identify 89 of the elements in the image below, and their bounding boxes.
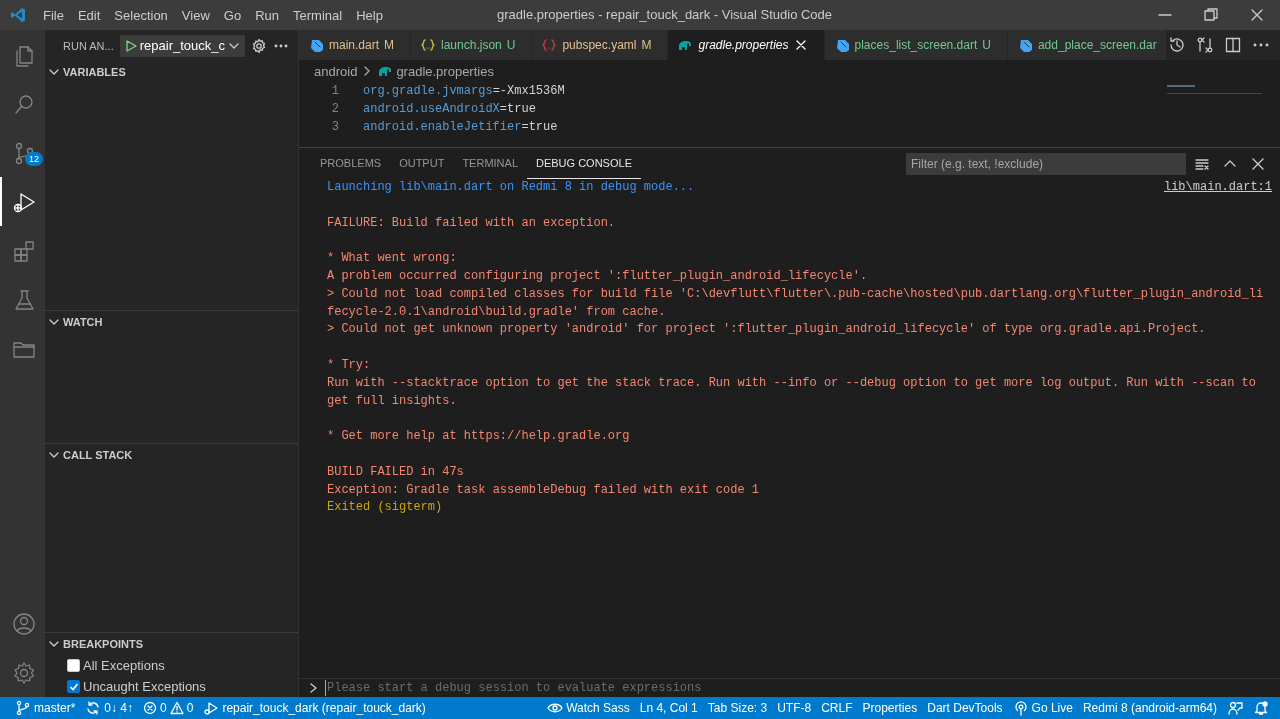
section-header[interactable]: BREAKPOINTS [45, 633, 298, 655]
split-editor-icon[interactable] [1224, 36, 1242, 54]
status-item[interactable]: UTF-8 [772, 697, 817, 719]
git-status: M [641, 38, 652, 52]
panel-tab[interactable]: PROBLEMS [311, 148, 391, 179]
console-line: > Could not get unknown property 'android' for project ':flutter_plugin_android_lifecycle' of type org.gradle.api.Project. [327, 321, 1207, 339]
error-icon [143, 701, 158, 715]
status-item[interactable]: Properties [857, 697, 923, 719]
section-header[interactable]: WATCH [45, 310, 298, 333]
menu-item[interactable]: Selection [107, 7, 175, 23]
braces-icon [420, 37, 437, 53]
console-line: Run with --stacktrace option to get the stack trace. Run with --info or --debug option to get more log output. Run with --scan to get full insights. [327, 374, 1257, 410]
menu-item[interactable]: Terminal [286, 7, 350, 23]
checkbox[interactable] [67, 659, 80, 672]
git-status: U [982, 38, 991, 52]
console-line: * Try: [327, 356, 372, 374]
section-header[interactable]: VARIABLES [45, 61, 298, 83]
editor-tab[interactable]: pubspec.yaml M [532, 30, 669, 60]
close-icon[interactable] [1249, 7, 1265, 23]
status-item[interactable]: master* [10, 697, 81, 719]
section-header[interactable]: CALL STACK [45, 443, 298, 466]
editor-tab[interactable]: gradle.properties [668, 30, 825, 60]
broadcast-icon [1012, 700, 1029, 716]
status-item[interactable]: Watch Sass [542, 697, 635, 719]
menu-item[interactable]: Run [248, 7, 286, 23]
editor-tab[interactable]: main.dart M [299, 30, 412, 60]
warning-icon [169, 701, 184, 715]
editor-tab[interactable]: launch.json U [411, 30, 533, 60]
vscode-logo [10, 7, 26, 23]
code-line: org.gradle.jvmargs=-Xmx1536M [363, 84, 565, 98]
status-item[interactable]: 0↓ 4↑ [80, 697, 139, 719]
editor-tab[interactable]: places_list_screen.dart U [824, 30, 1008, 60]
count-badge: 12 [25, 152, 43, 166]
git-status: M [384, 38, 395, 52]
status-item[interactable]: Ln 4, Col 1 [634, 697, 703, 719]
panel-tab[interactable]: DEBUG CONSOLE [527, 148, 641, 179]
console-line: Exited (sigterm) [327, 499, 444, 517]
history-icon[interactable] [1168, 36, 1186, 54]
window-title: gradle.properties - repair_touck_dark - Visual Studio Code [497, 7, 833, 22]
menu-item[interactable]: Help [349, 7, 390, 23]
branch-icon [15, 700, 31, 716]
panel-tab[interactable]: OUTPUT [390, 148, 454, 179]
console-line: BUILD FAILED in 47s [327, 463, 465, 481]
panel-tab[interactable]: TERMINAL [453, 148, 527, 179]
console-line: * Get more help at https://help.gradle.org [327, 428, 631, 446]
console-line: FAILURE: Build failed with an exception. [327, 214, 617, 232]
status-item[interactable]: CRLF [816, 697, 858, 719]
play-icon[interactable] [123, 38, 138, 53]
editor-tab[interactable]: add_place_screen.dar [1007, 30, 1167, 60]
status-item[interactable]: Redmi 8 (android-arm64) [1077, 697, 1222, 719]
status-item[interactable]: Dart DevTools [922, 697, 1008, 719]
braces-icon [541, 37, 558, 53]
dart-file-icon [308, 37, 324, 53]
filter-field[interactable]: Filter (e.g. text, !exclude) [906, 152, 1186, 175]
status-item[interactable]: 0 0 [138, 697, 199, 719]
account-icon[interactable] [11, 611, 36, 636]
console-line: Launching lib\main.dart on Redmi 8 in debug mode... [327, 179, 695, 196]
restore-icon[interactable] [1203, 7, 1219, 23]
status-item[interactable]: Go Live [1007, 697, 1078, 719]
launch-config-dropdown[interactable]: repair_touck_c [119, 34, 245, 57]
expression-input[interactable]: Please start a debug session to evaluate expressions [325, 680, 1280, 696]
code-line: android.useAndroidX=true [363, 102, 536, 116]
breadcrumb-item[interactable]: android [314, 63, 358, 79]
breakpoint-label: All Exceptions [83, 658, 165, 673]
compare-icon[interactable] [1196, 36, 1214, 54]
source-link[interactable]: lib\main.dart:1 [1163, 179, 1272, 197]
breakpoint-label: Uncaught Exceptions [83, 679, 206, 694]
console-line: Exception: Gradle task assembleDebug failed with exit code 1 [327, 481, 761, 499]
settings-icon[interactable] [251, 37, 267, 54]
menu-item[interactable]: File [36, 7, 71, 23]
sync-icon [85, 700, 102, 716]
console-line: > Could not load compiled classes for build file 'C:\devflutt\flutter\.pub-cache\hosted\pub.dartlang.org\flutter_plugin_android_lifecycle-2.0.1\android\build.gradle' from cache. [327, 285, 1264, 321]
line-number: 3 [330, 120, 340, 134]
console-line: * What went wrong: [327, 250, 458, 268]
line-number: 2 [330, 102, 340, 116]
code-line: android.enableJetifier=true [363, 120, 558, 134]
debug-icon [203, 700, 220, 716]
checkbox[interactable] [67, 680, 80, 693]
line-number: 1 [330, 84, 340, 98]
status-item[interactable]: repair_touck_dark (repair_touck_dark) [198, 697, 431, 719]
sidebar-title: RUN AN... [63, 39, 114, 52]
breadcrumb-item[interactable]: gradle.properties [396, 63, 494, 79]
status-item[interactable]: Tab Size: 3 [702, 697, 773, 719]
menu-item[interactable]: Go [216, 7, 249, 23]
console-line: A problem occurred configuring project ':flutter_plugin_android_lifecycle'. [327, 268, 869, 285]
extensions-icon[interactable] [11, 238, 36, 263]
git-status: U [506, 38, 516, 52]
menu-item[interactable]: Edit [70, 7, 108, 23]
menu-item[interactable]: View [174, 7, 217, 23]
